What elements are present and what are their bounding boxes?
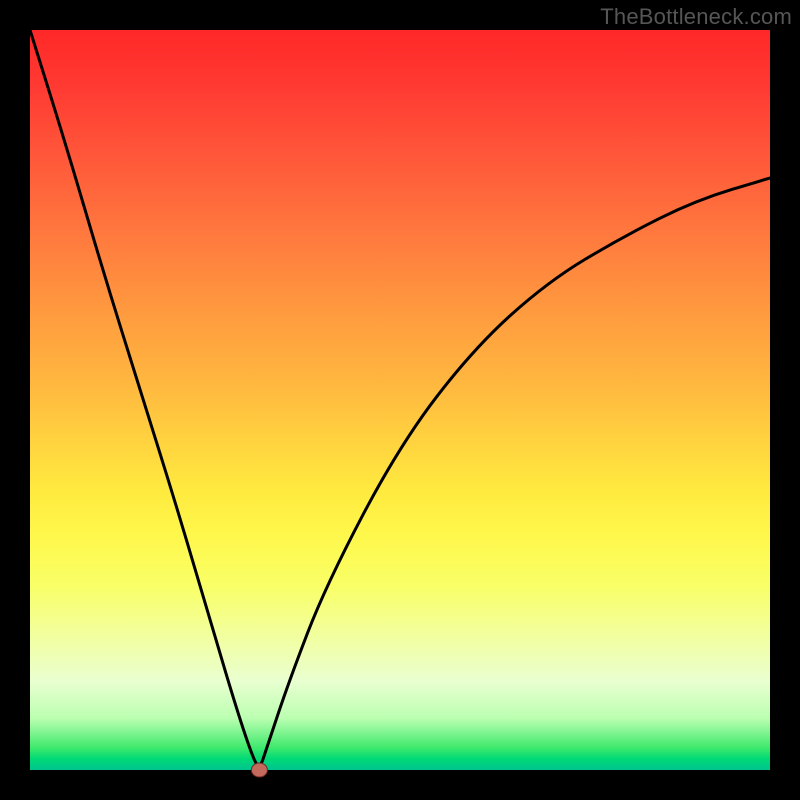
- chart-svg: [30, 30, 770, 770]
- bottleneck-curve: [30, 30, 770, 766]
- watermark-text: TheBottleneck.com: [600, 4, 792, 30]
- minimum-marker: [251, 763, 267, 777]
- chart-stage: TheBottleneck.com: [0, 0, 800, 800]
- plot-area: [30, 30, 770, 770]
